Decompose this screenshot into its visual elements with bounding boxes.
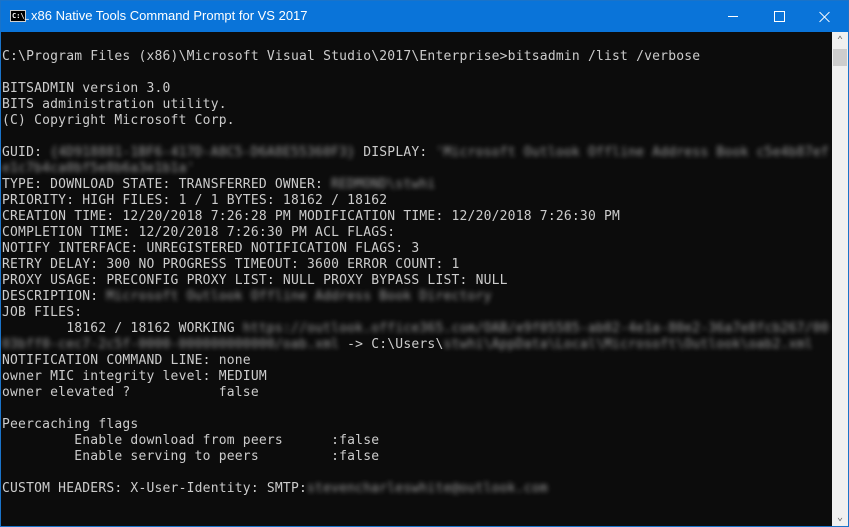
console-text: C:\Program Files (x86)\Microsoft Visual … <box>2 49 701 64</box>
console-line: CUSTOM HEADERS: X-User-Identity: SMTP:st… <box>2 481 548 497</box>
console-line: 18162 / 18162 WORKING https://outlook.of… <box>2 321 829 337</box>
redacted-text: Microsoft Outlook Offline Address Book D… <box>106 289 492 304</box>
console-line: RETRY DELAY: 300 NO PROGRESS TIMEOUT: 36… <box>2 257 460 273</box>
console-text: owner MIC integrity level: MEDIUM <box>2 369 267 384</box>
window-title: x86 Native Tools Command Prompt for VS 2… <box>31 8 308 23</box>
console-text: BITS administration utility. <box>2 97 227 112</box>
console-line: NOTIFICATION COMMAND LINE: none <box>2 353 251 369</box>
console-text: Peercaching flags <box>2 417 139 432</box>
console-text: PRIORITY: HIGH FILES: 1 / 1 BYTES: 18162… <box>2 193 388 208</box>
console-text: NOTIFY INTERFACE: UNREGISTERED NOTIFICAT… <box>2 241 420 256</box>
console-line: PROXY USAGE: PRECONFIG PROXY LIST: NULL … <box>2 273 508 289</box>
console-text: RETRY DELAY: 300 NO PROGRESS TIMEOUT: 36… <box>2 257 460 272</box>
scroll-down-button[interactable]: ⌄ <box>832 509 848 526</box>
console-line: CREATION TIME: 12/20/2018 7:26:28 PM MOD… <box>2 209 620 225</box>
console-text: CREATION TIME: 12/20/2018 7:26:28 PM MOD… <box>2 209 621 224</box>
console-text: COMPLETION TIME: 12/20/2018 7:26:30 PM A… <box>2 225 396 240</box>
console-output[interactable]: C:\Program Files (x86)\Microsoft Visual … <box>1 32 832 526</box>
console-text: Enable download from peers :false <box>2 433 380 448</box>
redacted-text: REDMOND\stwhi <box>331 177 436 192</box>
console-line: e1c7b4ca0bf5e8b6a3e1b1a' <box>2 161 195 177</box>
vertical-scrollbar[interactable]: ⌃ ⌄ <box>832 32 848 526</box>
console-line: (C) Copyright Microsoft Corp. <box>2 113 235 129</box>
chevron-up-icon: ⌃ <box>836 35 844 46</box>
console-line: TYPE: DOWNLOAD STATE: TRANSFERRED OWNER:… <box>2 177 435 193</box>
console-text: DESCRIPTION: <box>2 289 107 304</box>
cmd-icon: C:\_ <box>10 10 29 22</box>
console-text: BITSADMIN version 3.0 <box>2 81 171 96</box>
console-line: Enable serving to peers :false <box>2 449 379 465</box>
console-line: BITSADMIN version 3.0 <box>2 81 171 97</box>
console-line: C:\Program Files (x86)\Microsoft Visual … <box>2 49 700 65</box>
console-line: owner MIC integrity level: MEDIUM <box>2 369 267 385</box>
console-text: NOTIFICATION COMMAND LINE: none <box>2 353 251 368</box>
console-text: CUSTOM HEADERS: X-User-Identity: SMTP: <box>2 481 308 496</box>
console-line: owner elevated ? false <box>2 385 259 401</box>
title-bar[interactable]: C:\_ x86 Native Tools Command Prompt for… <box>1 1 848 32</box>
console-text: GUID: <box>2 145 51 160</box>
console-text: DISPLAY: <box>355 145 436 160</box>
console-line: GUID: {4D918881-1BF6-417D-A8C5-D6A8E5536… <box>2 145 829 161</box>
redacted-text: stevencharleswhite@outlook.com <box>307 481 548 496</box>
minimize-button[interactable] <box>710 1 756 32</box>
console-line: COMPLETION TIME: 12/20/2018 7:26:30 PM A… <box>2 225 395 241</box>
scroll-up-button[interactable]: ⌃ <box>832 32 848 49</box>
console-text: Enable serving to peers :false <box>2 449 380 464</box>
console-line: Peercaching flags <box>2 417 138 433</box>
maximize-button[interactable] <box>756 1 802 32</box>
redacted-text: stwhi\AppData\Local\Microsoft\Outlook\oa… <box>443 337 813 352</box>
redacted-text: {4D918881-1BF6-417D-A8C5-D6A8E55360F3} <box>50 145 356 160</box>
console-text: JOB FILES: <box>2 305 83 320</box>
console-line: DESCRIPTION: Microsoft Outlook Offline A… <box>2 289 492 305</box>
chevron-down-icon: ⌄ <box>836 512 844 523</box>
console-line: Enable download from peers :false <box>2 433 379 449</box>
close-button[interactable] <box>802 1 848 32</box>
scrollbar-thumb[interactable] <box>833 49 847 66</box>
console-line: PRIORITY: HIGH FILES: 1 / 1 BYTES: 18162… <box>2 193 387 209</box>
console-line: JOB FILES: <box>2 305 82 321</box>
console-line: 03bff0-cec7-2c5f-0000-000000000000/oab.x… <box>2 337 813 353</box>
redacted-text: https://outlook.office365.com/OAB/e9f055… <box>242 321 829 336</box>
console-text: PROXY USAGE: PRECONFIG PROXY LIST: NULL … <box>2 273 508 288</box>
console-text: -> C:\Users\ <box>339 337 444 352</box>
console-text: (C) Copyright Microsoft Corp. <box>2 113 235 128</box>
console-text: 18162 / 18162 WORKING <box>2 321 243 336</box>
close-icon <box>819 11 831 23</box>
console-text: TYPE: DOWNLOAD STATE: TRANSFERRED OWNER: <box>2 177 332 192</box>
redacted-text: 'Microsoft Outlook Offline Address Book … <box>435 145 829 160</box>
minimize-icon <box>728 16 738 17</box>
console-window: C:\_ x86 Native Tools Command Prompt for… <box>0 0 849 527</box>
console-line: NOTIFY INTERFACE: UNREGISTERED NOTIFICAT… <box>2 241 419 257</box>
maximize-icon <box>773 11 785 22</box>
console-line: BITS administration utility. <box>2 97 227 113</box>
redacted-text: 03bff0-cec7-2c5f-0000-000000000000/oab.x… <box>2 337 340 352</box>
redacted-text: e1c7b4ca0bf5e8b6a3e1b1a' <box>2 161 195 176</box>
console-text: owner elevated ? false <box>2 385 259 400</box>
